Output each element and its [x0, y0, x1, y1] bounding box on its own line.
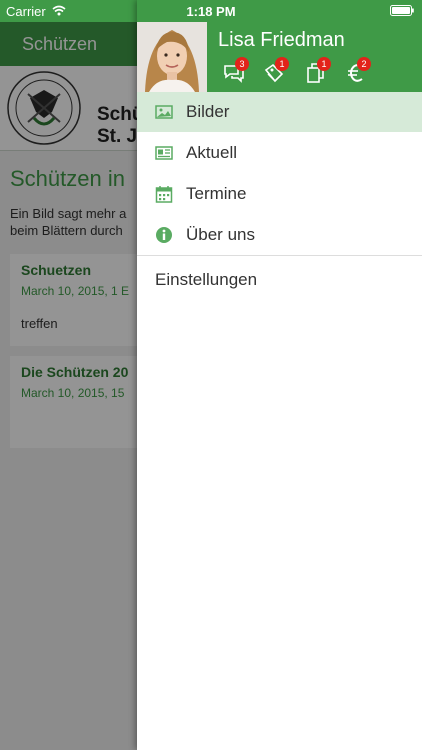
menu-item-bilder[interactable]: Bilder — [137, 92, 422, 132]
drawer-header: Lisa Friedman 3 1 1 2 — [137, 22, 422, 92]
menu-item-aktuell[interactable]: Aktuell — [137, 133, 422, 173]
menu-item-label: Termine — [186, 184, 247, 203]
payments-button[interactable]: 2 — [345, 57, 371, 84]
info-icon — [156, 227, 172, 243]
calendar-icon — [155, 186, 173, 203]
clock: 1:18 PM — [186, 4, 236, 19]
notification-badge: 1 — [317, 57, 331, 71]
menu-item-label: Aktuell — [186, 143, 238, 162]
notification-badge: 1 — [275, 57, 289, 71]
image-icon — [155, 105, 173, 119]
menu-item-ueber-uns[interactable]: Über uns — [137, 215, 422, 255]
menu-item-label: Über uns — [186, 225, 255, 244]
status-bar-overlay: 1:18 PM — [0, 0, 422, 22]
tags-button[interactable]: 1 — [263, 57, 289, 84]
drawer-scrim[interactable] — [0, 22, 137, 750]
menu-item-einstellungen[interactable]: Einstellungen — [137, 262, 422, 300]
menu-item-termine[interactable]: Termine — [137, 174, 422, 214]
user-name: Lisa Friedman — [218, 29, 345, 51]
avatar-photo — [137, 22, 207, 92]
menu-item-label: Einstellungen — [155, 270, 258, 289]
documents-button[interactable]: 1 — [305, 57, 331, 84]
newspaper-icon — [155, 146, 173, 160]
notification-badge: 2 — [357, 57, 371, 71]
avatar[interactable] — [137, 22, 207, 92]
notification-badge: 3 — [235, 57, 249, 71]
side-drawer: Lisa Friedman 3 1 1 2 Bilder Aktuell Ter… — [137, 0, 422, 750]
menu-divider — [137, 255, 422, 256]
menu-item-label: Bilder — [186, 102, 230, 121]
messages-button[interactable]: 3 — [223, 57, 249, 84]
battery-icon — [390, 5, 414, 16]
